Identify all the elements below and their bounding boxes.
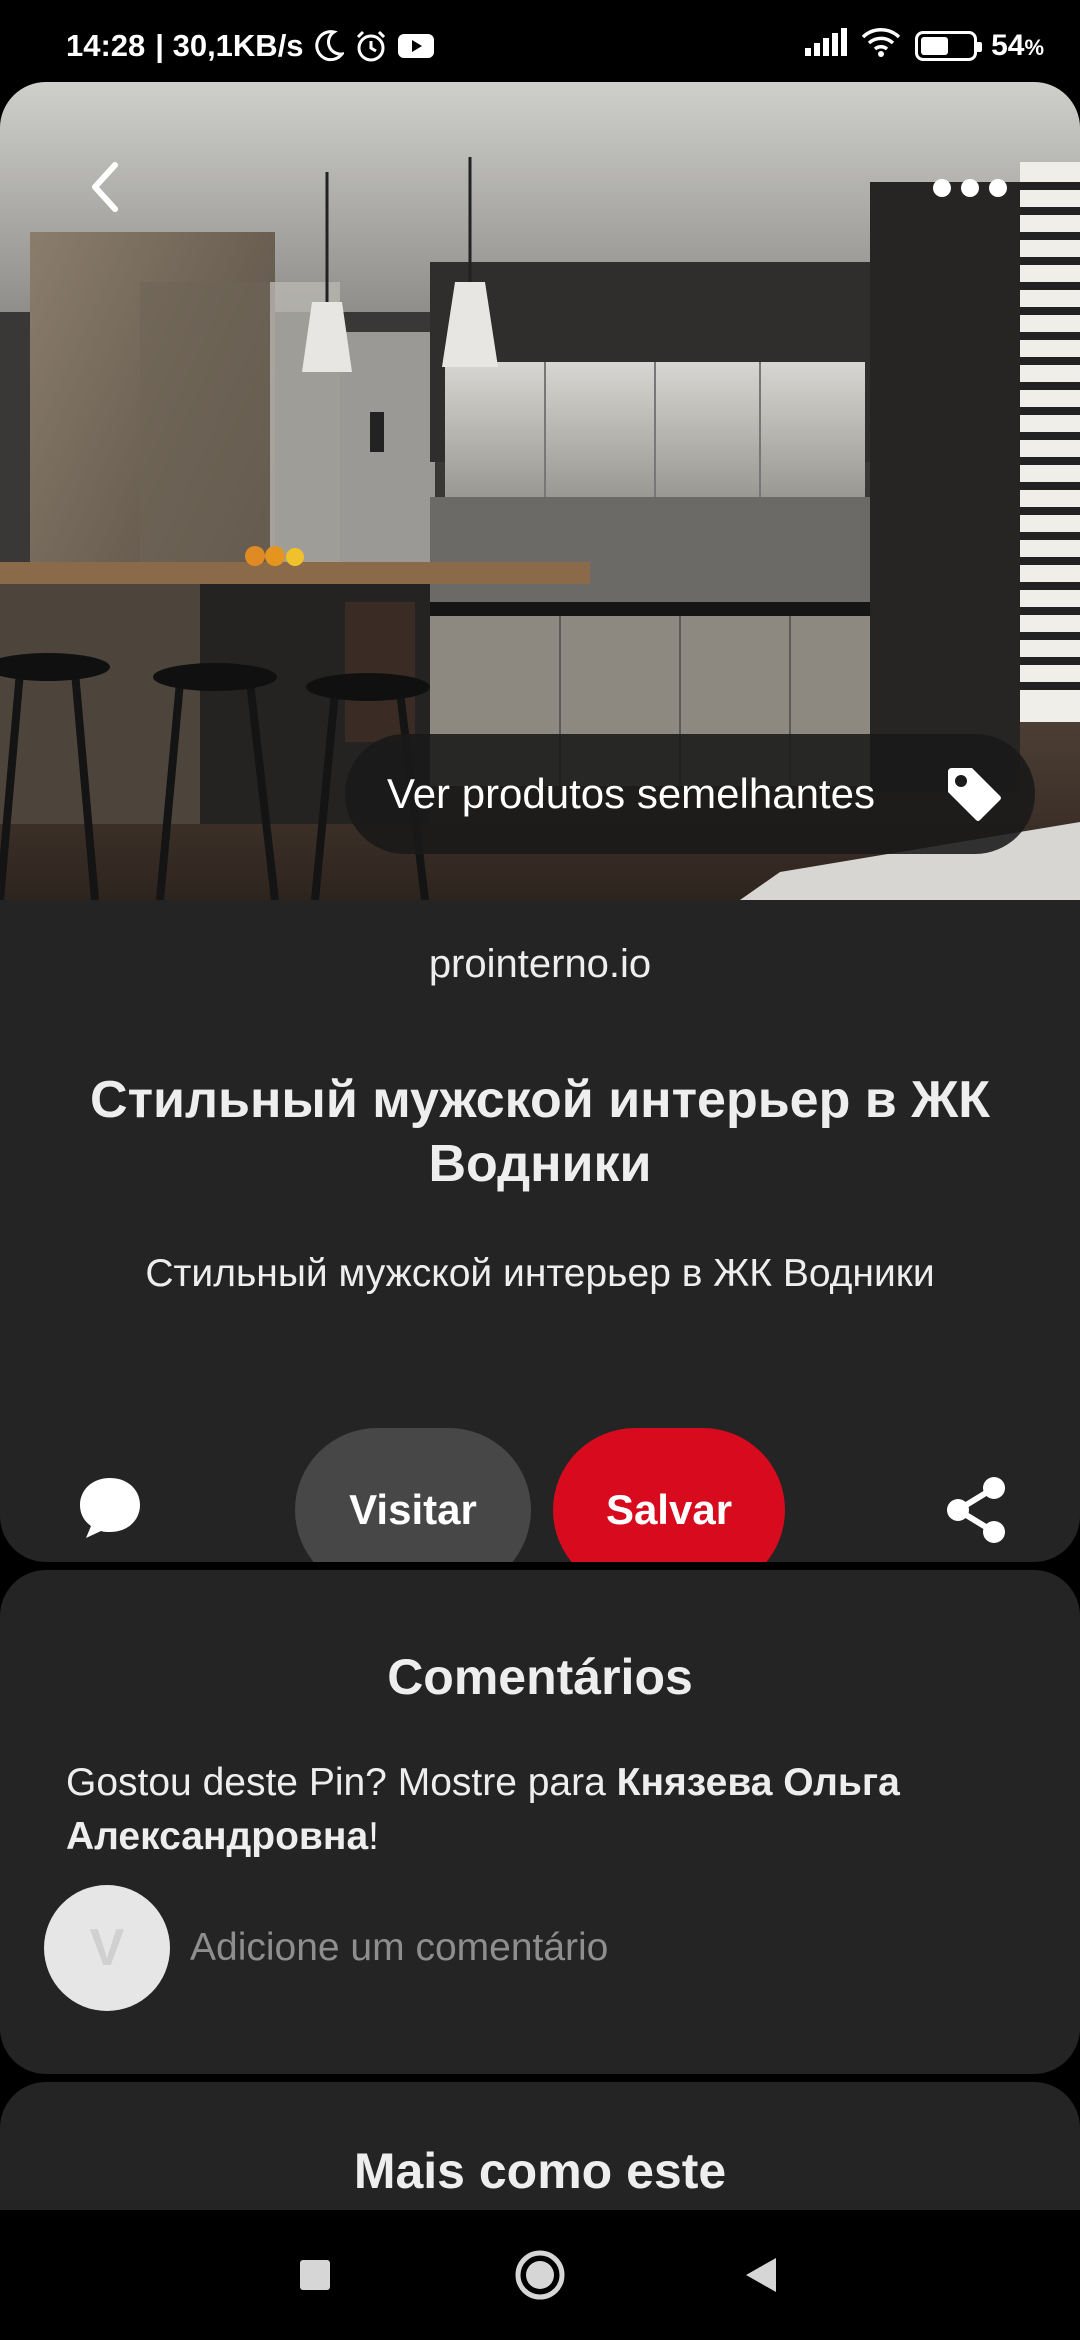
pin-title: Стильный мужской интерьер в ЖК Водники xyxy=(90,1071,990,1193)
pin-description: Стильный мужской интерьер в ЖК Водники xyxy=(145,1252,935,1295)
tag-icon xyxy=(939,759,1009,829)
system-back-button[interactable] xyxy=(700,2210,820,2340)
battery-percent-value: 54 xyxy=(991,29,1025,62)
pin-source[interactable]: prointerno.io xyxy=(0,942,1080,987)
recent-apps-button[interactable] xyxy=(255,2210,375,2340)
more-horizontal-icon xyxy=(933,179,951,197)
clock: 14:28 xyxy=(66,28,146,63)
system-navigation-bar xyxy=(0,2210,1080,2340)
similar-products-label: Ver produtos semelhantes xyxy=(387,770,875,817)
recent-apps-icon xyxy=(300,2260,330,2290)
avatar-initial: V xyxy=(89,1919,125,1977)
comment-bubble-icon xyxy=(80,1478,140,1538)
battery-percent-unit: % xyxy=(1024,35,1044,60)
similar-products-button[interactable]: Ver produtos semelhantes xyxy=(345,734,1035,854)
status-bar-right: 54% xyxy=(805,26,1044,66)
signal-icon xyxy=(805,28,848,64)
battery-percentage: 54% xyxy=(991,29,1044,63)
comment-prompt-suffix: ! xyxy=(368,1815,379,1858)
visit-button[interactable]: Visitar xyxy=(295,1428,531,1562)
wifi-icon xyxy=(861,27,901,65)
back-triangle-icon xyxy=(746,2258,776,2292)
comment-input[interactable] xyxy=(190,1910,1030,1986)
comment-prompt-prefix: Gostou deste Pin? Mostre para xyxy=(66,1761,617,1804)
comment-button[interactable] xyxy=(74,1472,146,1544)
share-button[interactable] xyxy=(942,1474,1010,1546)
pin-card: Ver produtos semelhantes prointerno.io С… xyxy=(0,82,1080,1562)
battery-level xyxy=(921,37,949,55)
battery-icon xyxy=(915,31,983,61)
home-button[interactable] xyxy=(480,2210,600,2340)
save-button[interactable]: Salvar xyxy=(553,1428,785,1562)
pin-image[interactable]: Ver produtos semelhantes xyxy=(0,82,1080,900)
comments-section: Comentários Gostou deste Pin? Mostre par… xyxy=(0,1570,1080,2074)
comments-title: Comentários xyxy=(387,1649,693,1705)
chevron-left-icon xyxy=(92,162,118,212)
more-like-this-title: Mais como este xyxy=(353,2143,727,2199)
comment-prompt: Gostou deste Pin? Mostre para Князева Ол… xyxy=(66,1756,1026,1864)
status-bar: 14:28 | 30,1KB/s 54% xyxy=(0,0,1080,82)
home-icon xyxy=(515,2250,565,2300)
more-options-button[interactable] xyxy=(922,166,1018,210)
alarm-icon xyxy=(354,29,388,63)
network-speed: | 30,1KB/s xyxy=(155,28,304,63)
avatar[interactable]: V xyxy=(44,1885,170,2011)
youtube-icon xyxy=(397,32,434,60)
more-dot xyxy=(989,179,1007,197)
back-button[interactable] xyxy=(70,152,140,222)
more-dot xyxy=(961,179,979,197)
share-icon xyxy=(947,1477,1005,1543)
moon-icon xyxy=(314,30,344,62)
status-bar-left: 14:28 | 30,1KB/s xyxy=(66,26,434,66)
